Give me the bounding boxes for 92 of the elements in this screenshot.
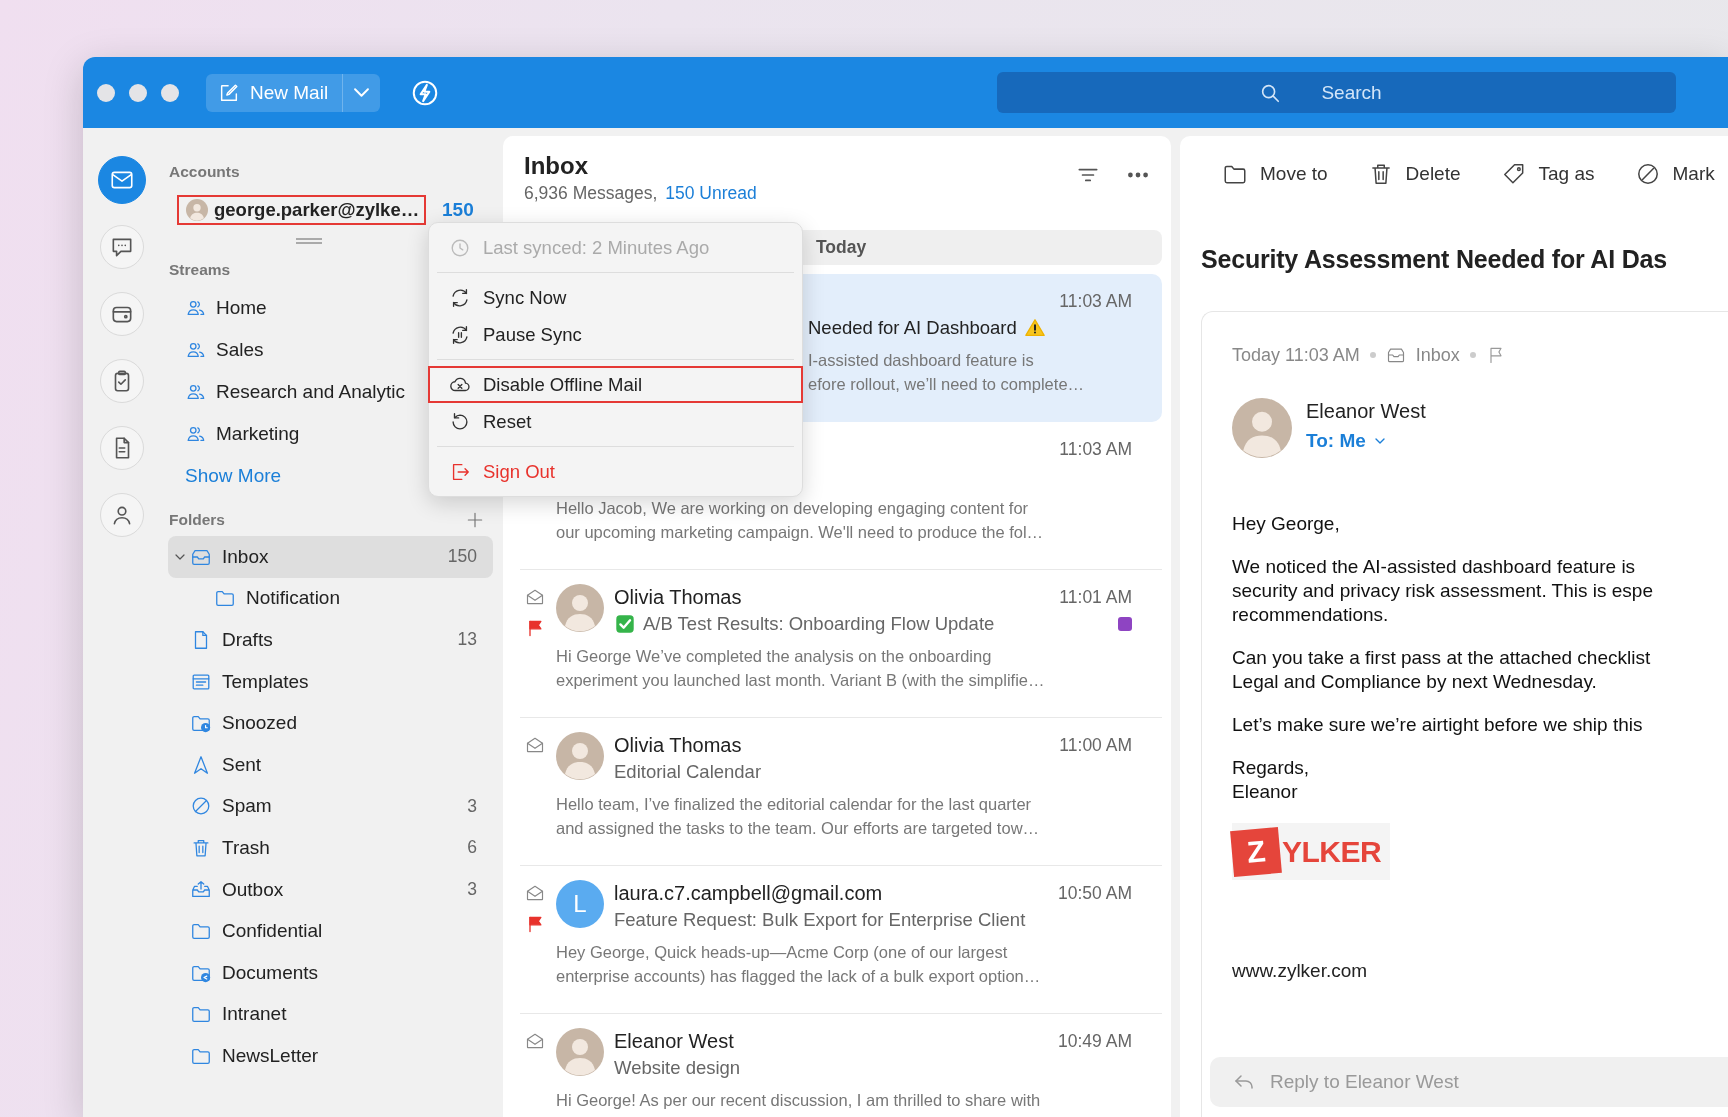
check-mark-icon — [614, 613, 636, 635]
message-subject: A/B Test Results: Onboarding Flow Update — [643, 613, 995, 635]
message-time: 11:03 AM — [1059, 290, 1132, 312]
search-field[interactable]: Search — [997, 72, 1676, 113]
unread-count: 150 Unread — [665, 183, 757, 203]
envelope-icon — [525, 735, 545, 755]
message-preview: Hi George We’ve completed the analysis on the onboarding — [556, 646, 993, 667]
email-paragraph: Let’s make sure we’re airtight before we ship this — [1232, 713, 1644, 737]
folder-item[interactable]: NewsLetter — [168, 1035, 493, 1077]
message-preview: our upcoming marketing campaign. We'll need to produce the fol… — [556, 522, 1045, 543]
envelope-icon — [525, 587, 545, 607]
unread-count: 150 — [442, 201, 474, 219]
section-label: Accounts — [168, 162, 241, 182]
email-paragraph: Can you take a first pass at the attached checklist Legal and Compliance by next Wednesday. — [1232, 646, 1652, 694]
window-close-control[interactable] — [97, 83, 115, 102]
folder-item[interactable]: Spam 3 — [168, 785, 493, 828]
sender-name: Olivia Thomas — [614, 585, 742, 609]
avatar-photo — [556, 584, 604, 632]
message-preview: Hey George, Quick heads-up—Acme Corp (one of our largest — [556, 942, 1009, 963]
caret-icon — [354, 88, 370, 97]
sender-name: Eleanor West — [614, 1029, 734, 1053]
message-preview: enterprise accounts) has flagged the lack of a bulk export option… — [556, 966, 1042, 987]
folder-item[interactable]: Notification — [168, 577, 493, 620]
toolbar-button[interactable]: Move to — [1222, 155, 1328, 193]
reply-field[interactable]: Reply to Eleanor West — [1210, 1057, 1728, 1107]
warning-icon — [1023, 317, 1046, 339]
menu-item[interactable]: Disable Offline Mail — [428, 366, 803, 403]
sender-name: Eleanor West — [1306, 399, 1426, 424]
folder-item[interactable]: Trash 6 — [168, 827, 493, 869]
website-text: www.zylker.com — [1232, 959, 1369, 983]
message-preview: and assigned the tasks to the team. Our efforts are targeted tow… — [556, 818, 1041, 839]
message-time: 11:01 AM — [1059, 586, 1132, 608]
avatar-photo — [556, 732, 604, 780]
separator-dot — [1469, 352, 1476, 358]
message-time: 11:00 AM — [1059, 734, 1132, 756]
company-logo: Z YLKER — [1232, 823, 1390, 880]
message-preview: efore rollout, we’ll need to complete… — [808, 374, 1086, 395]
message-subject: Needed for AI Dashboard — [808, 317, 1017, 339]
avatar-photo — [556, 1028, 604, 1076]
folder-item[interactable]: Templates — [168, 660, 493, 703]
message-subject: Editorial Calendar — [614, 761, 762, 783]
sender-name: Olivia Thomas — [614, 733, 742, 757]
email-folder: Inbox — [1415, 344, 1460, 366]
list-title: Inbox — [524, 151, 589, 181]
folder-item[interactable]: Snoozed — [168, 702, 493, 744]
toolbar-button[interactable]: Delete — [1367, 155, 1461, 193]
avatar-circle: L — [556, 880, 604, 928]
compose-icon — [218, 81, 240, 104]
folder-item[interactable]: Sent — [168, 743, 493, 786]
email-paragraph: Regards, Eleanor — [1232, 756, 1311, 804]
separator-dot — [1369, 352, 1376, 358]
message-preview: I-assisted dashboard feature is — [808, 350, 1035, 371]
envelope-icon — [525, 1031, 545, 1051]
email-paragraph: Hey George, — [1232, 512, 1341, 536]
folder-item[interactable]: Drafts 13 — [168, 619, 493, 661]
email-date: Today 11:03 AM — [1232, 344, 1360, 366]
dropdown-button[interactable] — [342, 73, 381, 112]
message-preview: Hello team, I’ve finalized the editorial calendar for the last quarter — [556, 794, 1033, 815]
folder-item[interactable]: Documents — [168, 951, 493, 994]
message-row[interactable]: Eleanor West 10:49 AM Website design Hi George! As per our recent discussion, I am thrilled to share with — [520, 1014, 1162, 1117]
envelope-icon — [525, 883, 545, 903]
message-time: 11:03 AM — [1059, 438, 1132, 460]
message-row[interactable]: Olivia Thomas 11:01 AM A/B Test Results: Onboarding Flow Update Hi George We’ve completed the analysis on the onboarding experiment you launched last month. Variant B (with the simplifie… — [520, 570, 1162, 718]
search-icon — [1259, 82, 1281, 104]
recipient-dropdown[interactable]: To: Me — [1306, 430, 1388, 452]
window-minimize-control[interactable] — [129, 83, 147, 102]
message-preview: Hello Jacob, We are working on developing engaging content for — [556, 498, 1030, 519]
nav-button[interactable] — [97, 156, 146, 204]
folder-item[interactable]: Intranet — [168, 993, 493, 1036]
message-count: 6,936 Messages, — [524, 183, 658, 203]
toolbar-button[interactable]: Mark — [1634, 155, 1715, 193]
message-subject: Feature Request: Bulk Export for Enterprise Client — [614, 909, 1026, 931]
message-preview: Hi George! As per our recent discussion, I am thrilled to share with — [556, 1090, 1042, 1111]
window-zoom-control[interactable] — [161, 83, 179, 102]
avatar-photo — [186, 199, 208, 221]
message-row[interactable]: Olivia Thomas 11:00 AM Editorial Calendar Hello team, I’ve finalized the editorial calendar for the last quarter and assigned the tasks to the team. Our efforts are targeted tow… — [520, 718, 1162, 866]
drag-handle[interactable] — [296, 238, 322, 244]
folder-item[interactable]: Confidential — [168, 910, 493, 952]
toolbar-button[interactable]: Tag as — [1500, 155, 1595, 193]
message-time: 10:50 AM — [1058, 882, 1132, 904]
avatar-photo — [1232, 398, 1292, 458]
message-preview: experiment you launched last month. Variant B (with the simplifie… — [556, 670, 1046, 691]
sender-name: laura.c7.campbell@gmail.com — [614, 881, 883, 905]
account-item[interactable]: george.parker@zylke… — [177, 195, 426, 225]
section-label: Streams — [168, 260, 232, 280]
email-subject: Security Assessment Needed for AI Das — [1201, 244, 1668, 275]
section-label: Folders — [169, 510, 225, 530]
folder-item[interactable]: Inbox 150 — [168, 536, 493, 578]
message-time: 10:49 AM — [1058, 1030, 1132, 1052]
folder-item[interactable]: Outbox 3 — [168, 868, 493, 911]
message-subject: Website design — [614, 1057, 741, 1079]
email-paragraph: We noticed the AI-assisted dashboard feature is security and privacy risk assessment. This is espe recommendations. — [1232, 555, 1654, 627]
